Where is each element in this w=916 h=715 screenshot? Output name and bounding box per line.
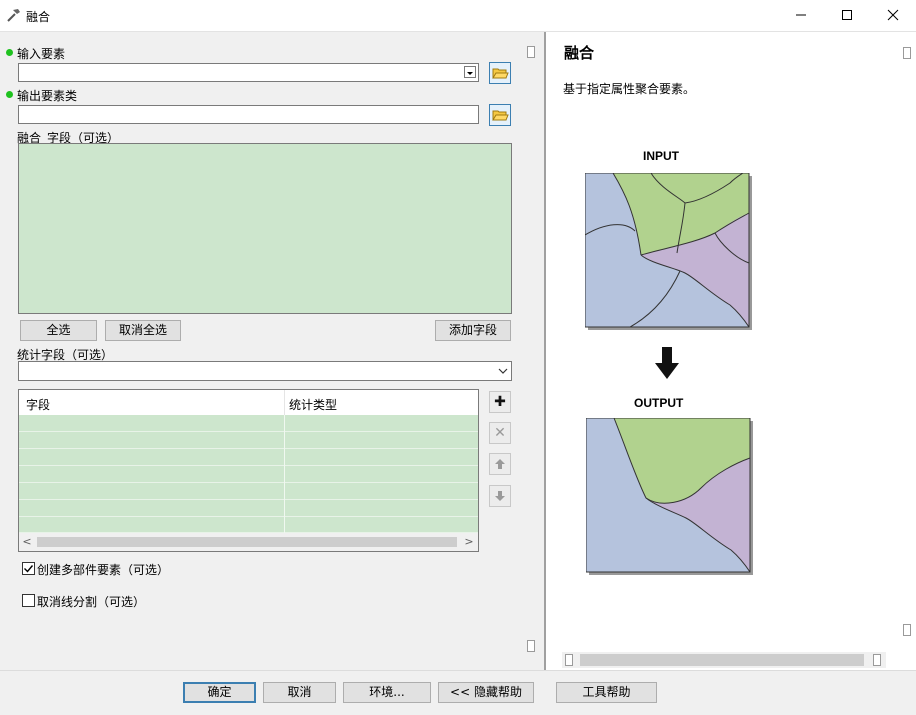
table-row[interactable] [19, 432, 478, 449]
checkmark-icon [24, 565, 34, 573]
table-row[interactable] [19, 466, 478, 483]
folder-open-icon [492, 68, 509, 79]
minimize-icon [796, 14, 806, 16]
multipart-checkbox[interactable] [22, 562, 35, 575]
scroll-right-icon[interactable]: > [463, 535, 475, 549]
cancel-button[interactable]: 取消 [263, 682, 336, 703]
table-header: 字段 统计类型 [19, 390, 478, 416]
table-row[interactable] [19, 500, 478, 517]
title-bar: 融合 [0, 0, 916, 32]
scrollbar-thumb[interactable] [580, 654, 864, 666]
remove-row-button[interactable]: ✕ [489, 422, 511, 444]
table-row[interactable] [19, 449, 478, 466]
table-row[interactable] [19, 483, 478, 500]
input-diagram-label: INPUT [643, 149, 679, 163]
dropdown-arrow-icon[interactable] [464, 66, 476, 78]
scrollbar-thumb[interactable] [37, 537, 457, 547]
arrow-up-icon [495, 459, 505, 469]
x-icon: ✕ [494, 425, 506, 441]
help-scroll-left-marker[interactable] [565, 654, 573, 666]
maximize-icon [842, 10, 852, 20]
tool-help-button[interactable]: 工具帮助 [556, 682, 657, 703]
help-description: 基于指定属性聚合要素。 [563, 82, 696, 96]
help-scroll-right-marker[interactable] [873, 654, 881, 666]
close-button[interactable] [870, 0, 916, 31]
output-diagram [586, 418, 753, 575]
dissolve-fields-list[interactable] [18, 143, 512, 314]
help-scroll-top-marker[interactable] [903, 47, 911, 59]
bottom-button-bar: 确定 取消 环境... << 隐藏帮助 工具帮助 [0, 670, 916, 715]
input-diagram [585, 173, 752, 330]
move-down-button[interactable] [489, 485, 511, 507]
table-row[interactable] [19, 517, 478, 534]
required-icon [6, 49, 13, 56]
hide-help-button[interactable]: << 隐藏帮助 [438, 682, 534, 703]
input-features-combobox[interactable] [18, 63, 479, 82]
stats-table[interactable]: 字段 统计类型 < > [18, 389, 479, 552]
help-scroll-bottom-marker[interactable] [903, 624, 911, 636]
left-scroll-bottom-marker[interactable] [527, 640, 535, 652]
environments-button[interactable]: 环境... [343, 682, 431, 703]
table-row[interactable] [19, 415, 478, 432]
folder-open-icon [492, 110, 509, 121]
close-icon [887, 9, 899, 21]
output-diagram-label: OUTPUT [634, 396, 684, 410]
help-title: 融合 [564, 44, 595, 62]
help-panel: 融合 基于指定属性聚合要素。 INPUT OUTPUT [544, 32, 916, 670]
table-horizontal-scrollbar[interactable]: < > [19, 533, 478, 551]
left-scroll-top-marker[interactable] [527, 46, 535, 58]
ok-button[interactable]: 确定 [183, 682, 256, 703]
minimize-button[interactable] [778, 0, 824, 31]
window-title: 融合 [26, 10, 51, 24]
add-field-button[interactable]: 添加字段 [435, 320, 511, 341]
unsplit-label: 取消线分割（可选） [37, 595, 146, 609]
arrow-down-icon [655, 347, 679, 379]
plus-icon: ✚ [494, 394, 506, 410]
required-icon [6, 91, 13, 98]
input-features-label: 输入要素 [17, 47, 66, 61]
help-horizontal-scrollbar[interactable] [562, 652, 886, 668]
add-row-button[interactable]: ✚ [489, 391, 511, 413]
column-header-field: 字段 [26, 398, 51, 412]
maximize-button[interactable] [824, 0, 870, 31]
column-header-stat-type: 统计类型 [289, 398, 338, 412]
unselect-all-button[interactable]: 取消全选 [105, 320, 181, 341]
browse-output-button[interactable] [489, 104, 511, 126]
stats-fields-combobox[interactable] [18, 361, 512, 381]
unsplit-checkbox[interactable] [22, 594, 35, 607]
scroll-left-icon[interactable]: < [21, 535, 33, 549]
multipart-label: 创建多部件要素（可选） [37, 563, 170, 577]
output-class-label: 输出要素类 [17, 89, 78, 103]
chevron-down-icon [498, 368, 508, 374]
browse-input-button[interactable] [489, 62, 511, 84]
arrow-down-icon [495, 491, 505, 501]
output-class-input[interactable] [18, 105, 479, 124]
select-all-button[interactable]: 全选 [20, 320, 97, 341]
hammer-icon [7, 9, 20, 22]
move-up-button[interactable] [489, 453, 511, 475]
